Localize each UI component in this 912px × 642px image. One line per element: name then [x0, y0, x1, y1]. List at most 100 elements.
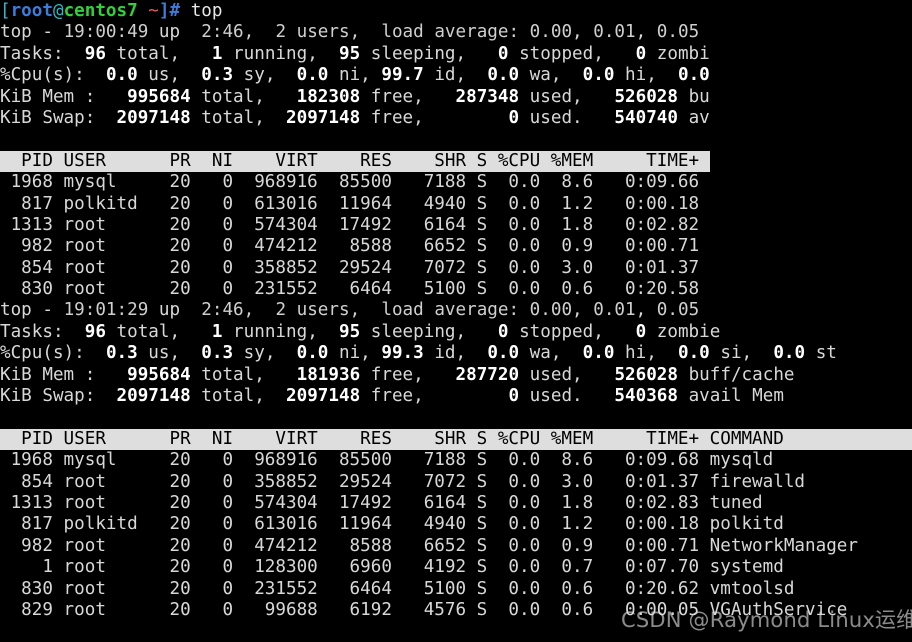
- top2-swap-avail: 540368: [614, 386, 678, 407]
- top2-cpu-ni: 0.0: [296, 343, 329, 364]
- top2-cpu-si: 0.0: [678, 343, 710, 364]
- table-row[interactable]: 1968 mysql 20 0 968916 85500 7188 S 0.0 …: [0, 172, 912, 193]
- top1-up-word: up: [148, 22, 202, 43]
- prompt-bracket-close: ]: [158, 1, 170, 21]
- top2-load1: 0.00: [529, 300, 573, 321]
- top1-tasks-label: Tasks:: [0, 43, 64, 64]
- top2-swap-label: KiB Swap:: [0, 386, 96, 407]
- top1-cpu-hi: 0.0: [582, 65, 615, 86]
- top1-cpu-us: 0.0: [105, 65, 138, 86]
- top1-tasks-zombie-label: zombi: [656, 43, 710, 64]
- top2-uptime-prefix: top -: [0, 300, 64, 321]
- top2-blank-line: [0, 407, 912, 428]
- top2-swap-free: 2097148: [286, 386, 361, 407]
- top2-swap-avail-label: avail Mem: [688, 386, 784, 407]
- top2-uptime-line: top - 19:01:29 up 2:46, 2 users, load av…: [0, 300, 700, 321]
- table-row[interactable]: 982 root 20 0 474212 8588 6652 S 0.0 0.9…: [0, 536, 912, 557]
- top1-table-header: PID USER PR NI VIRT RES SHR S %CPU %MEM …: [0, 150, 710, 173]
- top2-table-header-row: PID USER PR NI VIRT RES SHR S %CPU %MEM …: [0, 428, 912, 451]
- prompt-user: root: [10, 1, 53, 21]
- top1-tasks-stopped: 0: [497, 43, 509, 64]
- top1-swap-used: 0: [508, 107, 520, 128]
- top2-cpu-wa: 0.0: [487, 343, 520, 364]
- top1-cpu-line: %Cpu(s): 0.0 us, 0.3 sy, 0.0 ni, 99.7 id…: [0, 65, 710, 86]
- top1-mem-buff-label: bu: [688, 86, 710, 107]
- top2-uptime-value: 2:46,: [201, 300, 255, 321]
- top1-cpu-id: 99.7: [381, 65, 424, 86]
- shell-prompt-line: [root@centos7 ~]# top: [0, 1, 912, 22]
- top2-cpu-label: %Cpu(s):: [0, 343, 85, 364]
- top2-cpu-sy: 0.3: [201, 343, 234, 364]
- top2-tasks-running: 1: [211, 321, 223, 342]
- top1-cpu-label: %Cpu(s):: [0, 65, 85, 86]
- table-row[interactable]: 1313 root 20 0 574304 17492 6164 S 0.0 1…: [0, 215, 912, 236]
- top1-mem-used: 287348: [455, 86, 520, 107]
- top1-load5: 0.01: [593, 22, 636, 43]
- top1-mem-buff: 526028: [614, 86, 678, 107]
- terminal-window[interactable]: [root@centos7 ~]# top top - 19:00:49 up …: [0, 0, 912, 642]
- table-row[interactable]: 829 root 20 0 99688 6192 4576 S 0.0 0.6 …: [0, 600, 912, 621]
- top2-table-header: PID USER PR NI VIRT RES SHR S %CPU %MEM …: [0, 428, 912, 451]
- top1-table-header-row: PID USER PR NI VIRT RES SHR S %CPU %MEM …: [0, 150, 912, 173]
- top2-mem-label: KiB Mem :: [0, 364, 96, 385]
- top1-mem-total: 995684: [127, 86, 191, 107]
- top2-swap-total: 2097148: [116, 386, 191, 407]
- top1-load-sp: [519, 22, 530, 42]
- top1-tasks-running: 1: [211, 43, 223, 64]
- top1-load-label: load average:: [381, 22, 520, 43]
- table-row[interactable]: 830 root 20 0 231552 6464 5100 S 0.0 0.6…: [0, 579, 912, 600]
- table-row[interactable]: 1968 mysql 20 0 968916 85500 7188 S 0.0 …: [0, 450, 912, 471]
- top2-load-label: load average:: [381, 300, 520, 321]
- table-row[interactable]: 854 root 20 0 358852 29524 7072 S 0.0 3.…: [0, 258, 912, 279]
- prompt-bracket-open: [: [0, 1, 11, 21]
- top2-time: 19:01:29: [63, 300, 149, 321]
- prompt-hash: #: [169, 1, 191, 21]
- top2-mem-buff-label: buff/cache: [688, 364, 795, 385]
- top1-load15: 0.05: [656, 22, 700, 43]
- top1-tasks-sleeping: 95: [339, 43, 361, 64]
- top1-cpu-sy: 0.3: [201, 65, 234, 86]
- top2-swap-line: KiB Swap: 2097148 total, 2097148 free, 0…: [0, 386, 784, 407]
- table-row[interactable]: 1313 root 20 0 574304 17492 6164 S 0.0 1…: [0, 493, 912, 514]
- top2-up-word: up: [148, 300, 202, 321]
- top1-swap-total: 2097148: [116, 107, 191, 128]
- top1-tasks-line: Tasks: 96 total, 1 running, 95 sleeping,…: [0, 43, 710, 64]
- top1-swap-avail-label: av: [688, 107, 710, 128]
- top1-cpu-si: 0.0: [678, 65, 710, 86]
- top1-users-sep: [254, 22, 275, 42]
- top1-mem-label: KiB Mem :: [0, 86, 96, 107]
- top2-load5: 0.01: [593, 300, 636, 321]
- top2-mem-free: 181936: [296, 364, 361, 385]
- top1-mem-free: 182308: [296, 86, 361, 107]
- top2-load15: 0.05: [656, 300, 700, 321]
- top1-swap-free: 2097148: [286, 107, 361, 128]
- prompt-path: ~: [137, 1, 159, 21]
- table-row[interactable]: 854 root 20 0 358852 29524 7072 S 0.0 3.…: [0, 472, 912, 493]
- top2-tasks-zombie-label: zombie: [656, 321, 721, 342]
- top2-tasks-line: Tasks: 96 total, 1 running, 95 sleeping,…: [0, 321, 721, 342]
- top2-mem-used: 287720: [455, 364, 520, 385]
- table-row[interactable]: 982 root 20 0 474212 8588 6652 S 0.0 0.9…: [0, 236, 912, 257]
- top1-tasks-total: 96: [84, 43, 106, 64]
- table-row[interactable]: 1 root 20 0 128300 6960 4192 S 0.0 0.7 0…: [0, 557, 912, 578]
- top2-cpu-line: %Cpu(s): 0.3 us, 0.3 sy, 0.0 ni, 99.3 id…: [0, 343, 837, 364]
- table-row[interactable]: 817 polkitd 20 0 613016 11964 4940 S 0.0…: [0, 514, 912, 535]
- top1-tasks-zombie: 0: [635, 43, 647, 64]
- top1-blank-line: [0, 129, 912, 150]
- top1-load1: 0.00: [529, 22, 573, 43]
- top2-swap-used: 0: [508, 386, 520, 407]
- top1-users: 2 users,: [275, 22, 361, 43]
- top2-tasks-label: Tasks:: [0, 321, 64, 342]
- top2-mem-total: 995684: [127, 364, 191, 385]
- top1-cpu-wa: 0.0: [487, 65, 520, 86]
- table-row[interactable]: 817 polkitd 20 0 613016 11964 4940 S 0.0…: [0, 194, 912, 215]
- table-row[interactable]: 830 root 20 0 231552 6464 5100 S 0.0 0.6…: [0, 279, 912, 300]
- top2-tasks-zombie: 0: [635, 321, 647, 342]
- top1-time: 19:00:49: [63, 22, 149, 43]
- top1-uptime-prefix: top -: [0, 22, 64, 43]
- top2-mem-line: KiB Mem : 995684 total, 181936 free, 287…: [0, 364, 795, 385]
- top1-uptime-value: 2:46,: [201, 22, 255, 43]
- top1-swap-line: KiB Swap: 2097148 total, 2097148 free, 0…: [0, 107, 710, 128]
- prompt-at-symbol: @: [52, 1, 64, 21]
- top2-cpu-hi: 0.0: [582, 343, 615, 364]
